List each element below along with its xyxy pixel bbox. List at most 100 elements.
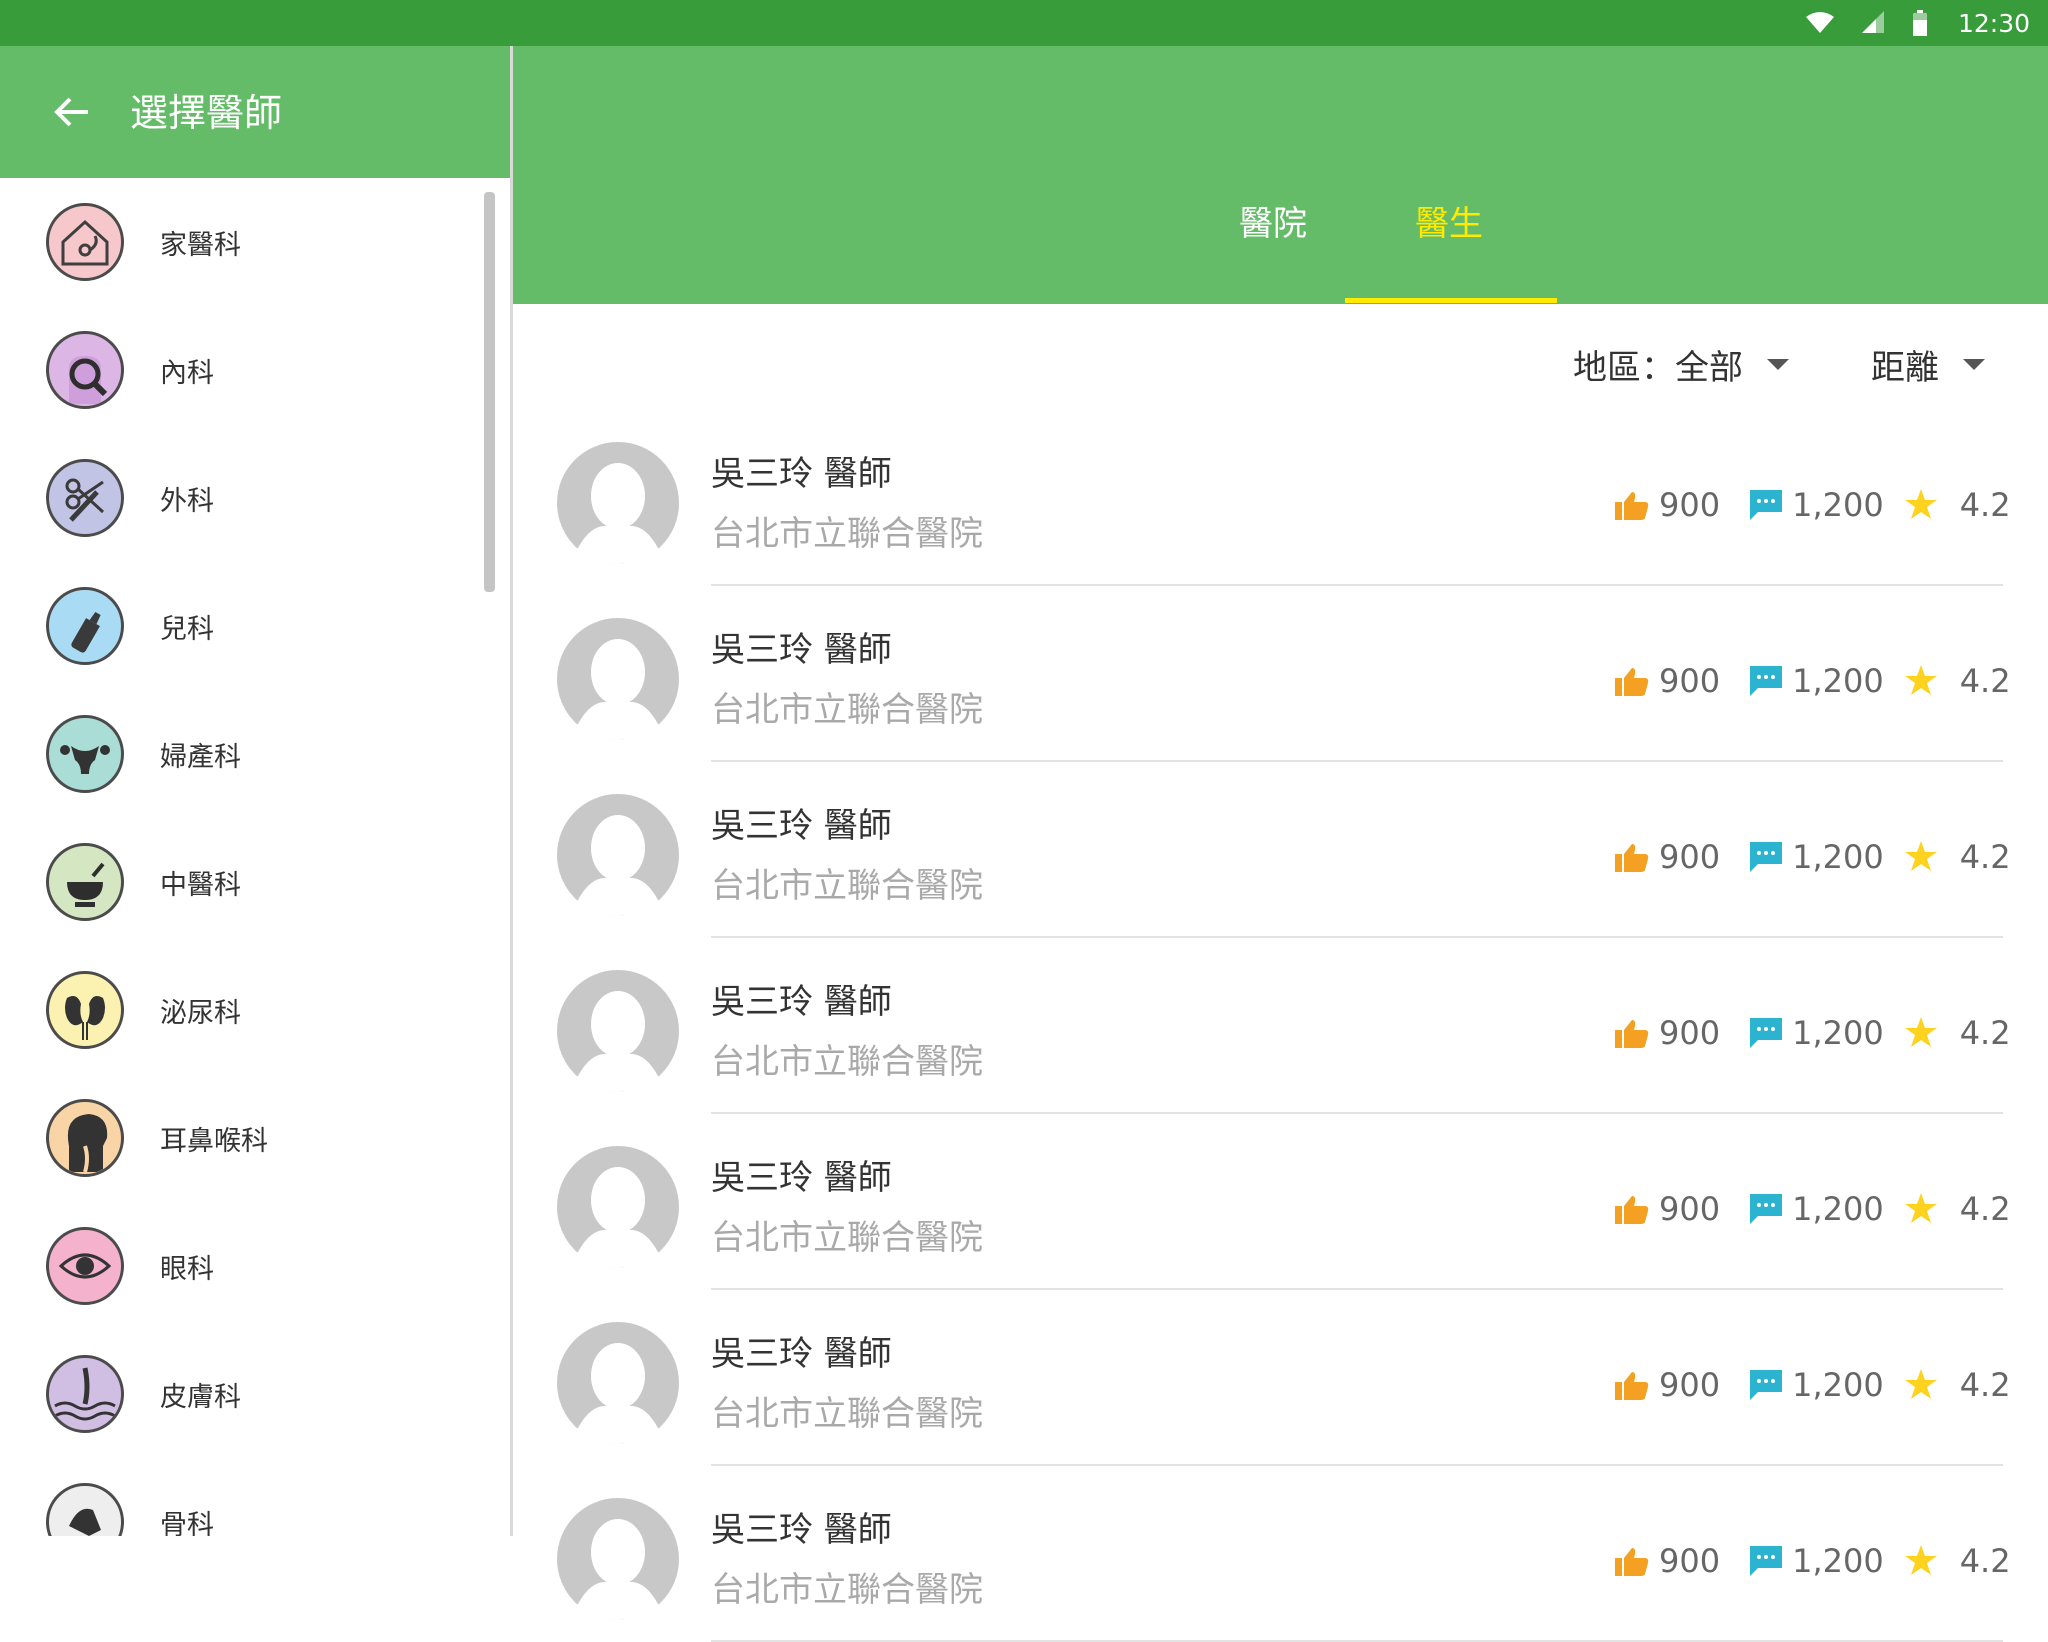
department-label: 家醫科 <box>160 229 241 261</box>
comments-count: 1,200 <box>1792 1190 1884 1228</box>
bone-joint-icon <box>46 1483 124 1536</box>
comments-count: 1,200 <box>1792 1014 1884 1052</box>
comments-count: 1,200 <box>1792 1366 1884 1404</box>
department-item[interactable]: 婦產科 <box>0 690 511 818</box>
department-label: 外科 <box>160 485 214 517</box>
uterus-icon <box>46 715 124 793</box>
comments-stat: 1,200 <box>1750 838 1884 876</box>
doctor-name: 吳三玲 醫師 <box>711 982 892 1022</box>
rating-value: 4.2 <box>1959 1014 2011 1052</box>
head-throat-icon <box>46 1099 124 1177</box>
thumbs-up-icon <box>1615 1196 1649 1224</box>
tab-hospital[interactable]: 醫院 <box>1193 196 1353 266</box>
battery-icon <box>1912 10 1927 36</box>
star-icon <box>1904 1545 1937 1575</box>
thumbs-up-icon <box>1615 1548 1649 1576</box>
doctor-stats: 900 1,200 4.2 <box>1615 662 2011 700</box>
comments-stat: 1,200 <box>1750 662 1884 700</box>
comments-stat: 1,200 <box>1750 1190 1884 1228</box>
comments-stat: 1,200 <box>1750 1366 1884 1404</box>
thumbs-up-icon <box>1615 1372 1649 1400</box>
likes-count: 900 <box>1659 486 1721 524</box>
likes-count: 900 <box>1659 662 1721 700</box>
department-item[interactable]: 兒科 <box>0 562 511 690</box>
baby-bottle-icon <box>46 587 124 665</box>
main-header: 醫院 醫生 <box>513 46 2048 304</box>
filter-bar: 地區：全部 距離 <box>513 340 2048 400</box>
likes-count: 900 <box>1659 838 1721 876</box>
department-label: 耳鼻喉科 <box>160 1125 268 1157</box>
doctor-row[interactable]: 吳三玲 醫師台北市立聯合醫院 900 1,200 4.2 <box>513 1114 2048 1290</box>
status-icons: 12:30 <box>1805 0 2030 46</box>
thumbs-up-icon <box>1615 668 1649 696</box>
star-icon <box>1904 1193 1937 1223</box>
star-icon <box>1904 841 1937 871</box>
comments-stat: 1,200 <box>1750 1014 1884 1052</box>
doctor-hospital: 台北市立聯合醫院 <box>711 866 983 906</box>
rating-stat: 4.2 <box>1904 1542 2011 1580</box>
doctor-name: 吳三玲 醫師 <box>711 1158 892 1198</box>
doctor-row[interactable]: 吳三玲 醫師台北市立聯合醫院 900 1,200 4.2 <box>513 586 2048 762</box>
tab-indicator <box>1345 298 1557 303</box>
doctor-hospital: 台北市立聯合醫院 <box>711 690 983 730</box>
department-item[interactable]: 骨科 <box>0 1458 511 1536</box>
doctor-name: 吳三玲 醫師 <box>711 1510 892 1550</box>
scissors-scalpel-icon <box>46 459 124 537</box>
avatar-placeholder-icon <box>557 1498 679 1620</box>
doctor-row[interactable]: 吳三玲 醫師 台北市立聯合醫院 900 1,200 4.2 <box>513 410 2048 586</box>
doctor-hospital: 台北市立聯合醫院 <box>711 1042 983 1082</box>
likes-count: 900 <box>1659 1542 1721 1580</box>
rating-value: 4.2 <box>1959 838 2011 876</box>
likes-stat: 900 <box>1615 1190 1720 1228</box>
avatar-placeholder-icon <box>557 1146 679 1268</box>
avatar-placeholder-icon <box>557 970 679 1092</box>
drawer-scrollbar[interactable] <box>484 192 495 592</box>
back-button[interactable] <box>46 86 98 138</box>
avatar-placeholder-icon <box>557 1322 679 1444</box>
rating-stat: 4.2 <box>1904 838 2011 876</box>
department-label: 兒科 <box>160 613 214 645</box>
doctor-row[interactable]: 吳三玲 醫師 台北市立聯合醫院 900 1,200 4.2 <box>513 762 2048 938</box>
rating-value: 4.2 <box>1959 1542 2011 1580</box>
department-item[interactable]: 外科 <box>0 434 511 562</box>
dropdown-arrow-icon <box>1963 359 1985 370</box>
department-item[interactable]: 泌尿科 <box>0 946 511 1074</box>
rating-stat: 4.2 <box>1904 1366 2011 1404</box>
department-label: 泌尿科 <box>160 997 241 1029</box>
tab-doctor[interactable]: 醫生 <box>1345 196 1553 266</box>
department-item[interactable]: 家醫科 <box>0 178 511 306</box>
rating-value: 4.2 <box>1959 1190 2011 1228</box>
comment-icon <box>1750 1194 1783 1224</box>
thumbs-up-icon <box>1615 492 1649 520</box>
likes-stat: 900 <box>1615 1366 1720 1404</box>
doctor-stats: 900 1,200 4.2 <box>1615 1190 2011 1228</box>
drawer-title: 選擇醫師 <box>130 91 283 135</box>
star-icon <box>1904 1369 1937 1399</box>
doctor-hospital: 台北市立聯合醫院 <box>711 1218 983 1258</box>
mortar-pestle-icon <box>46 843 124 921</box>
doctor-list: 吳三玲 醫師 台北市立聯合醫院 900 1,200 4.2 吳三玲 醫師 台北市立聯合醫院 9… <box>513 410 2048 1642</box>
wifi-icon <box>1805 12 1834 33</box>
doctor-name: 吳三玲 醫師 <box>711 630 892 670</box>
doctor-row[interactable]: 吳三玲 醫師 台北市立聯合醫院 900 1,200 4.2 <box>513 1466 2048 1642</box>
likes-count: 900 <box>1659 1190 1721 1228</box>
likes-stat: 900 <box>1615 1014 1720 1052</box>
department-item[interactable]: 皮膚科 <box>0 1330 511 1458</box>
distance-sort[interactable]: 距離 <box>1871 340 1985 389</box>
department-item[interactable]: 內科 <box>0 306 511 434</box>
comment-icon <box>1750 1018 1783 1048</box>
comments-count: 1,200 <box>1792 1542 1884 1580</box>
rating-value: 4.2 <box>1959 662 2011 700</box>
department-label: 中醫科 <box>160 869 241 901</box>
doctor-stats: 900 1,200 4.2 <box>1615 1014 2011 1052</box>
department-label: 皮膚科 <box>160 1381 241 1413</box>
doctor-row[interactable]: 吳三玲 醫師 台北市立聯合醫院 900 1,200 4.2 <box>513 1290 2048 1466</box>
body-magnifier-icon <box>46 331 124 409</box>
doctor-row[interactable]: 吳三玲 醫師台北市立聯合醫院 900 1,200 4.2 <box>513 938 2048 1114</box>
eye-icon <box>46 1227 124 1305</box>
department-item[interactable]: 眼科 <box>0 1202 511 1330</box>
department-item[interactable]: 耳鼻喉科 <box>0 1074 511 1202</box>
region-filter[interactable]: 地區：全部 <box>1573 340 1789 389</box>
department-item[interactable]: 中醫科 <box>0 818 511 946</box>
drawer-header: 選擇醫師 <box>0 46 511 178</box>
